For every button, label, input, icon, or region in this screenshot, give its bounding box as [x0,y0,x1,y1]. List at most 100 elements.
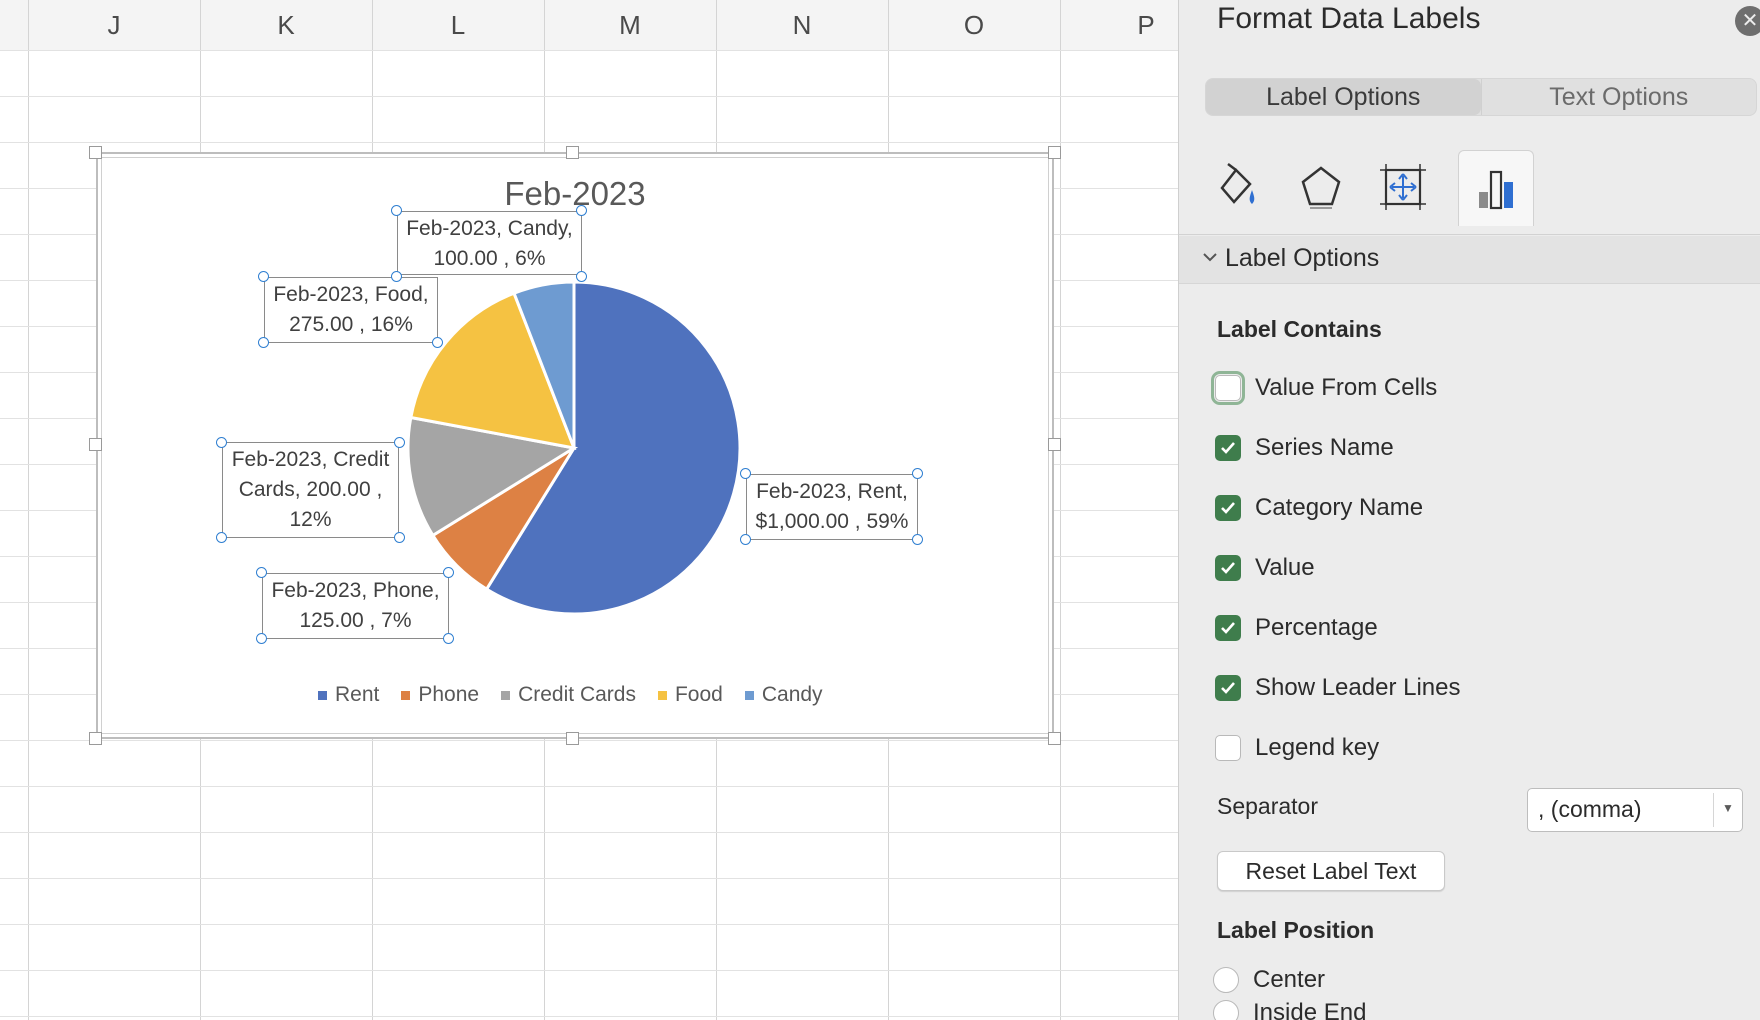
legend-entry-food[interactable]: Food [657,683,723,707]
checkmark-icon [1221,502,1235,514]
label-selection-handle[interactable] [443,567,454,578]
legend-swatch [401,690,411,700]
label-selection-handle[interactable] [740,534,751,545]
chevron-down-icon [1203,253,1217,262]
panel-title: Format Data Labels [1217,2,1481,35]
data-label-line: Cards, 200.00 , [238,478,383,501]
label-selection-handle[interactable] [394,437,405,448]
label-selection-handle[interactable] [256,567,267,578]
checkbox-label: Value From Cells [1255,374,1438,401]
checkbox-label: Show Leader Lines [1255,674,1461,701]
legend-entry-candy[interactable]: Candy [744,683,823,707]
data-label-line: Feb-2023, Food, [273,283,429,306]
label-contains-heading: Label Contains [1217,316,1382,342]
legend-swatch [501,690,511,700]
label-options-section-header[interactable]: Label Options [1179,236,1760,284]
checkbox-percentage[interactable] [1215,615,1241,641]
legend-label: Rent [335,683,380,706]
label-selection-handle[interactable] [258,337,269,348]
reset-label-text-button[interactable]: Reset Label Text [1217,851,1445,891]
checkbox-series-name[interactable] [1215,435,1241,461]
separator-label: Separator [1217,793,1319,819]
checkbox-row-series-name[interactable]: Series Name [1215,430,1394,466]
data-label-credit-cards[interactable]: Feb-2023, Credit Cards, 200.00 , 12% [222,442,399,538]
checkbox-value-from-cells[interactable] [1211,371,1245,405]
checkmark-icon [1221,682,1235,694]
tab-text-options[interactable]: Text Options [1480,79,1757,115]
label-selection-handle[interactable] [576,205,587,216]
legend-label: Credit Cards [518,683,636,706]
data-label-line: 12% [289,508,332,531]
legend-swatch [318,690,327,700]
label-selection-handle[interactable] [258,271,269,282]
checkbox-row-value[interactable]: Value [1215,550,1315,586]
data-label-line: 125.00 , 7% [299,609,412,632]
divider [1713,793,1714,827]
checkbox-legend-key[interactable] [1215,735,1241,761]
label-selection-handle[interactable] [391,271,402,282]
label-selection-handle[interactable] [912,534,923,545]
tab-label-options[interactable]: Label Options [1206,79,1481,115]
label-selection-handle[interactable] [443,633,454,644]
legend-label: Candy [761,683,823,706]
radio-label: Inside End [1253,999,1367,1020]
label-selection-handle[interactable] [394,532,405,543]
checkbox-label: Category Name [1255,494,1424,521]
data-label-line: Feb-2023, Rent, [756,480,908,503]
format-data-labels-panel: Format Data Labels ✕ Label Options Text … [1178,0,1760,1020]
label-selection-handle[interactable] [912,468,923,479]
data-label-line: $1,000.00 , 59% [755,510,909,533]
checkbox-row-show-leader-lines[interactable]: Show Leader Lines [1215,670,1460,706]
checkbox-row-value-from-cells[interactable]: Value From Cells [1211,370,1438,406]
close-panel-button[interactable]: ✕ [1735,6,1760,36]
checkbox-show-leader-lines[interactable] [1215,675,1241,701]
pentagon-icon [1301,166,1341,209]
size-properties-icon [1380,164,1426,210]
radio-inside-end[interactable] [1213,1000,1239,1020]
legend-label: Food [674,683,723,706]
legend-swatch [657,690,667,700]
checkbox-label: Value [1255,554,1315,581]
checkbox-value[interactable] [1215,555,1241,581]
spreadsheet-grid[interactable]: J K L M N O P Feb-2023 Feb-2023, Candy, … [0,0,1178,1020]
effects-tab[interactable] [1283,150,1359,224]
data-label-line: Feb-2023, Phone, [271,579,440,602]
checkmark-icon [1221,442,1235,454]
legend-label: Phone [418,683,480,706]
pie-chart [406,280,742,616]
checkbox-category-name[interactable] [1215,495,1241,521]
checkbox-row-category-name[interactable]: Category Name [1215,490,1423,526]
label-selection-handle[interactable] [432,337,443,348]
legend-entry-rent[interactable]: Rent [318,683,379,707]
radio-row-inside-end[interactable]: Inside End [1213,996,1366,1020]
radio-row-center[interactable]: Center [1213,963,1325,997]
checkmark-icon [1221,622,1235,634]
radio-center[interactable] [1213,967,1239,993]
checkmark-icon [1221,562,1235,574]
label-selection-handle[interactable] [216,532,227,543]
data-label-line: 100.00 , 6% [433,247,546,270]
label-selection-handle[interactable] [576,271,587,282]
separator-value: , (comma) [1538,796,1642,822]
size-properties-tab[interactable] [1365,150,1441,224]
fill-line-icon [1220,163,1255,204]
label-selection-handle[interactable] [391,205,402,216]
options-tab-switcher: Label Options Text Options [1205,78,1757,116]
dropdown-arrow-icon: ▼ [1722,801,1734,815]
data-label-food[interactable]: Feb-2023, Food, 275.00 , 16% [264,277,438,343]
data-label-candy[interactable]: Feb-2023, Candy, 100.00 , 6% [397,211,582,275]
label-selection-handle[interactable] [256,633,267,644]
chart-legend[interactable]: Rent Phone Credit Cards Food Candy [318,680,845,710]
label-selection-handle[interactable] [740,468,751,479]
label-options-tab[interactable] [1458,150,1534,226]
data-label-phone[interactable]: Feb-2023, Phone, 125.00 , 7% [262,573,449,639]
label-selection-handle[interactable] [216,437,227,448]
data-label-rent[interactable]: Feb-2023, Rent, $1,000.00 , 59% [746,474,918,540]
separator-dropdown[interactable]: , (comma) ▼ [1527,788,1743,832]
checkbox-row-percentage[interactable]: Percentage [1215,610,1378,646]
legend-entry-credit-cards[interactable]: Credit Cards [501,683,636,707]
fill-line-tab[interactable] [1201,150,1277,224]
legend-entry-phone[interactable]: Phone [401,683,479,707]
checkbox-row-legend-key[interactable]: Legend key [1215,730,1379,766]
legend-swatch [744,690,754,700]
